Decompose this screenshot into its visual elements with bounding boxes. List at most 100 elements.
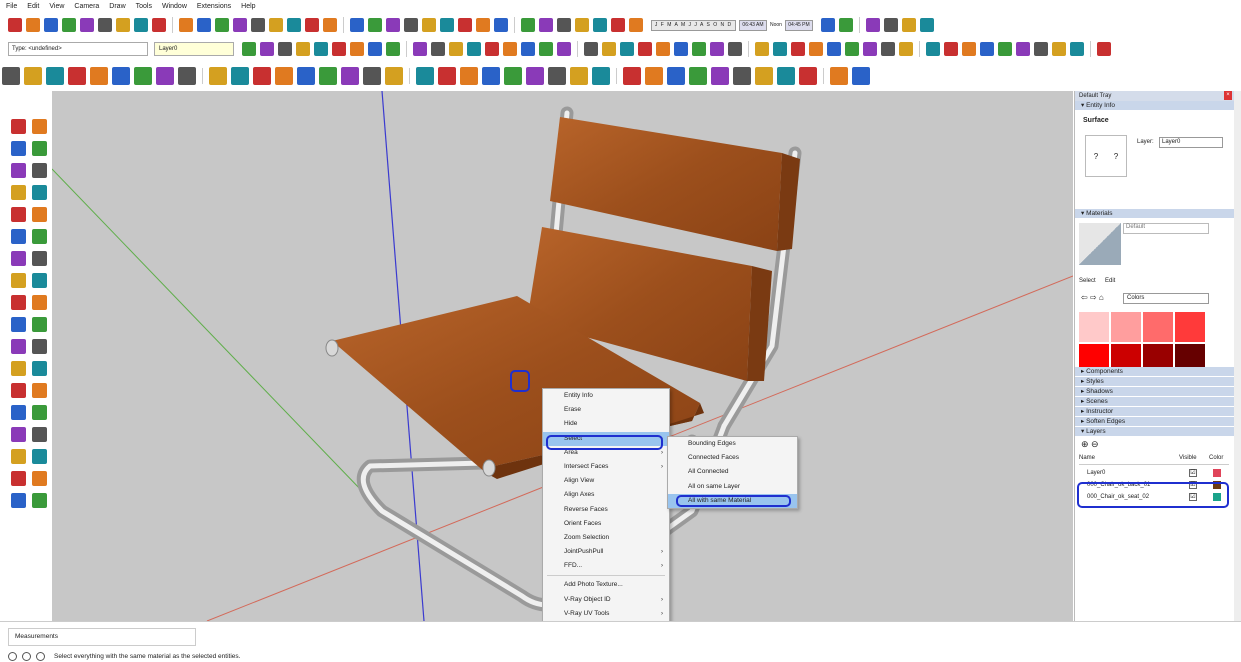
toolbar-tool-icon[interactable] <box>319 67 337 85</box>
toolbar-tool-icon[interactable] <box>830 67 848 85</box>
toolbar-tool-icon[interactable] <box>998 42 1012 56</box>
toolbar-tool-icon[interactable] <box>368 42 382 56</box>
toolbar-tool-icon[interactable] <box>592 67 610 85</box>
menu-tools[interactable]: Tools <box>136 3 152 10</box>
toolbar-tool-icon[interactable] <box>755 67 773 85</box>
toolbar-tool-icon[interactable] <box>883 18 898 32</box>
entity-info-header[interactable]: ▾ Entity Info <box>1075 101 1234 111</box>
left-tool-icon[interactable] <box>32 339 47 354</box>
geo-location-icon[interactable] <box>8 652 17 661</box>
toolbar-tool-icon[interactable] <box>438 67 456 85</box>
context-item-reverse-faces[interactable]: Reverse Faces <box>543 503 669 517</box>
context-item-erase[interactable]: Erase <box>543 403 669 417</box>
toolbar-tool-icon[interactable] <box>458 18 472 32</box>
toolbar-tool-icon[interactable] <box>314 42 328 56</box>
toolbar-tool-icon[interactable] <box>865 18 880 32</box>
toolbar-tool-icon[interactable] <box>838 18 853 32</box>
context-item-zoom-selection[interactable]: Zoom Selection <box>543 531 669 545</box>
left-tool-icon[interactable] <box>11 383 26 398</box>
left-tool-icon[interactable] <box>32 471 47 486</box>
toolbar-tool-icon[interactable] <box>1016 42 1030 56</box>
toolbar-tool-icon[interactable] <box>2 67 20 85</box>
left-tool-icon[interactable] <box>32 273 47 288</box>
toolbar-tool-icon[interactable] <box>215 18 229 32</box>
left-tool-icon[interactable] <box>11 295 26 310</box>
menu-edit[interactable]: Edit <box>27 3 39 10</box>
toolbar-tool-icon[interactable] <box>863 42 877 56</box>
toolbar-tool-icon[interactable] <box>557 42 571 56</box>
toolbar-tool-icon[interactable] <box>1097 42 1111 56</box>
color-swatch[interactable] <box>1079 312 1109 342</box>
left-tool-icon[interactable] <box>11 471 26 486</box>
toolbar-tool-icon[interactable] <box>689 67 707 85</box>
toolbar-tool-icon[interactable] <box>526 67 544 85</box>
left-tool-icon[interactable] <box>11 361 26 376</box>
left-tool-icon[interactable] <box>32 251 47 266</box>
toolbar-tool-icon[interactable] <box>1070 42 1084 56</box>
toolbar-tool-icon[interactable] <box>845 42 859 56</box>
toolbar-tool-icon[interactable] <box>297 67 315 85</box>
toolbar-tool-icon[interactable] <box>179 18 193 32</box>
toolbar-tool-icon[interactable] <box>629 18 643 32</box>
toolbar-tool-icon[interactable] <box>692 42 706 56</box>
panel-instructor[interactable]: ▸ Instructor <box>1075 407 1234 417</box>
context-item-hide[interactable]: Hide <box>543 417 669 431</box>
toolbar-tool-icon[interactable] <box>962 42 976 56</box>
toolbar-tool-icon[interactable] <box>209 67 227 85</box>
toolbar-tool-icon[interactable] <box>253 67 271 85</box>
left-tool-icon[interactable] <box>11 251 26 266</box>
toolbar-tool-icon[interactable] <box>623 67 641 85</box>
toolbar-tool-icon[interactable] <box>44 18 58 32</box>
left-tool-icon[interactable] <box>11 163 26 178</box>
toolbar-tool-icon[interactable] <box>350 18 364 32</box>
toolbar-tool-icon[interactable] <box>413 42 427 56</box>
layer-row[interactable]: Layer0 ☑ <box>1079 467 1229 479</box>
left-tool-icon[interactable] <box>32 229 47 244</box>
toolbar-tool-icon[interactable] <box>901 18 916 32</box>
toolbar-tool-icon[interactable] <box>8 18 22 32</box>
toolbar-tool-icon[interactable] <box>386 18 400 32</box>
panel-scenes[interactable]: ▸ Scenes <box>1075 397 1234 407</box>
toolbar-tool-icon[interactable] <box>287 18 301 32</box>
toolbar-tool-icon[interactable] <box>467 42 481 56</box>
left-tool-icon[interactable] <box>11 405 26 420</box>
toolbar-tool-icon[interactable] <box>404 18 418 32</box>
left-tool-icon[interactable] <box>11 273 26 288</box>
toolbar-tool-icon[interactable] <box>386 42 400 56</box>
left-tool-icon[interactable] <box>32 141 47 156</box>
toolbar-tool-icon[interactable] <box>242 42 256 56</box>
toolbar-tool-icon[interactable] <box>611 18 625 32</box>
tab-select[interactable]: Select <box>1079 278 1096 284</box>
left-tool-icon[interactable] <box>32 163 47 178</box>
toolbar-tool-icon[interactable] <box>178 67 196 85</box>
toolbar-tool-icon[interactable] <box>26 18 40 32</box>
menu-file[interactable]: File <box>6 3 17 10</box>
toolbar-tool-icon[interactable] <box>460 67 478 85</box>
context-item-intersect-faces[interactable]: Intersect Faces › <box>543 460 669 474</box>
context-item-entity-info[interactable]: Entity Info <box>543 389 669 403</box>
toolbar-tool-icon[interactable] <box>1034 42 1048 56</box>
context-item-v-ray-uv-tools[interactable]: V-Ray UV Tools › <box>543 607 669 621</box>
left-tool-icon[interactable] <box>32 295 47 310</box>
toolbar-tool-icon[interactable] <box>116 18 130 32</box>
left-tool-icon[interactable] <box>32 317 47 332</box>
toolbar-tool-icon[interactable] <box>422 18 436 32</box>
toolbar-tool-icon[interactable] <box>674 42 688 56</box>
toolbar-tool-icon[interactable] <box>620 42 634 56</box>
shadow-settings[interactable]: J F M A M J J A S O N D 06:43 AM Noon 04:45… <box>651 19 813 31</box>
toolbar-tool-icon[interactable] <box>584 42 598 56</box>
toolbar-tool-icon[interactable] <box>656 42 670 56</box>
toolbar-tool-icon[interactable] <box>733 67 751 85</box>
toolbar-tool-icon[interactable] <box>827 42 841 56</box>
toolbar-tool-icon[interactable] <box>799 67 817 85</box>
toolbar-tool-icon[interactable] <box>260 42 274 56</box>
add-remove-layer-icon[interactable]: ⊕ ⊖ <box>1081 439 1099 450</box>
context-item-add-photo-texture[interactable]: Add Photo Texture... <box>543 578 669 592</box>
panel-shadows[interactable]: ▸ Shadows <box>1075 387 1234 397</box>
toolbar-tool-icon[interactable] <box>152 18 166 32</box>
left-tool-icon[interactable] <box>11 229 26 244</box>
toolbar-tool-icon[interactable] <box>602 42 616 56</box>
menu-camera[interactable]: Camera <box>74 3 99 10</box>
left-tool-icon[interactable] <box>32 361 47 376</box>
toolbar-tool-icon[interactable] <box>112 67 130 85</box>
